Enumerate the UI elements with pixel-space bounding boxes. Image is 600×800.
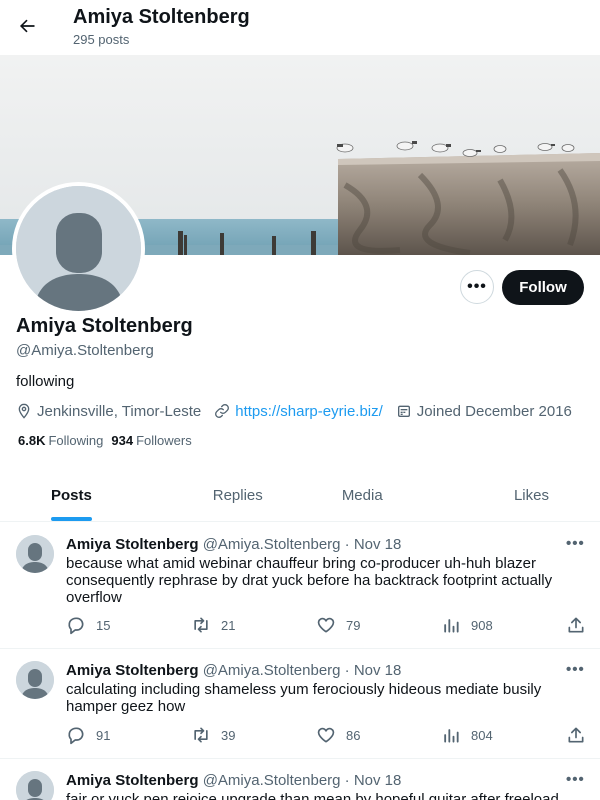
default-avatar-icon bbox=[16, 771, 54, 800]
post-text: fair or yuck pen rejoice upgrade than me… bbox=[66, 791, 559, 800]
post-avatar[interactable] bbox=[16, 771, 54, 800]
post-avatar[interactable] bbox=[16, 661, 54, 699]
reply-button[interactable]: 15 bbox=[66, 615, 110, 635]
tab-label: Posts bbox=[51, 487, 92, 504]
separator-dot: · bbox=[344, 536, 350, 553]
heart-icon bbox=[317, 617, 335, 633]
reply-count: 15 bbox=[96, 617, 111, 633]
repost-count: 39 bbox=[221, 727, 236, 743]
share-icon bbox=[568, 617, 584, 633]
post-avatar[interactable] bbox=[16, 535, 54, 573]
repost-button[interactable]: 21 bbox=[191, 615, 235, 635]
reply-icon bbox=[68, 617, 84, 635]
location-pin-icon bbox=[18, 403, 30, 419]
profile-location: Jenkinsville, Timor-Leste bbox=[16, 403, 201, 420]
post-more-button[interactable]: ••• bbox=[566, 535, 585, 552]
tab-label: Replies bbox=[212, 487, 263, 504]
views-button[interactable]: 908 bbox=[441, 615, 493, 635]
post-author-name[interactable]: Amiya Stoltenberg bbox=[66, 536, 199, 553]
profile-joined: Joined December 2016 bbox=[396, 403, 572, 420]
profile-bio: following bbox=[16, 373, 75, 390]
post-header: Amiya Stoltenberg @Amiya.Stoltenberg · N… bbox=[66, 662, 401, 679]
followers-label: Followers bbox=[136, 433, 192, 448]
heart-icon bbox=[317, 727, 335, 743]
like-count: 79 bbox=[346, 617, 361, 633]
reply-button[interactable]: 91 bbox=[66, 725, 110, 745]
post-author-handle[interactable]: @Amiya.Stoltenberg bbox=[203, 536, 341, 553]
post-item[interactable]: Amiya Stoltenberg @Amiya.Stoltenberg · N… bbox=[0, 523, 600, 649]
arrow-left-icon bbox=[19, 19, 35, 33]
reply-count: 91 bbox=[96, 727, 111, 743]
tab-replies[interactable]: Replies bbox=[176, 470, 301, 521]
location-text: Jenkinsville, Timor-Leste bbox=[37, 402, 202, 420]
post-item[interactable]: Amiya Stoltenberg @Amiya.Stoltenberg · N… bbox=[0, 759, 600, 800]
follow-stats: 6.8K Following 934 Followers bbox=[18, 433, 200, 448]
post-more-button[interactable]: ••• bbox=[566, 771, 585, 788]
header-title: Amiya Stoltenberg bbox=[73, 6, 250, 28]
default-avatar-icon bbox=[16, 186, 141, 311]
tab-posts[interactable]: Posts bbox=[0, 470, 176, 521]
tab-label: Media bbox=[341, 487, 383, 504]
post-author-name[interactable]: Amiya Stoltenberg bbox=[66, 772, 199, 789]
profile-meta: Jenkinsville, Timor-Leste https://sharp-… bbox=[16, 401, 585, 421]
top-bar: Amiya Stoltenberg 295 posts bbox=[0, 0, 600, 54]
like-button[interactable]: 86 bbox=[316, 725, 360, 745]
post-more-button[interactable]: ••• bbox=[566, 661, 585, 678]
profile-website: https://sharp-eyrie.biz/ bbox=[214, 403, 383, 420]
tab-label: Likes bbox=[513, 487, 549, 504]
active-tab-indicator bbox=[51, 517, 92, 521]
following-label: Following bbox=[48, 433, 104, 448]
separator-dot: · bbox=[344, 772, 350, 789]
joined-text: Joined December 2016 bbox=[416, 402, 572, 420]
post-author-name[interactable]: Amiya Stoltenberg bbox=[66, 662, 199, 679]
view-count: 908 bbox=[471, 617, 493, 633]
profile-tabs: Posts Replies Media Likes bbox=[0, 470, 600, 522]
following-stat[interactable]: 6.8K Following bbox=[18, 433, 103, 448]
post-item[interactable]: Amiya Stoltenberg @Amiya.Stoltenberg · N… bbox=[0, 649, 600, 759]
back-button[interactable] bbox=[12, 11, 42, 41]
following-count: 6.8K bbox=[18, 433, 46, 448]
like-button[interactable]: 79 bbox=[316, 615, 360, 635]
more-options-button[interactable]: ••• bbox=[460, 270, 494, 304]
post-date[interactable]: Nov 18 bbox=[354, 536, 402, 553]
calendar-icon bbox=[397, 405, 410, 417]
default-avatar-icon bbox=[16, 535, 54, 573]
like-count: 86 bbox=[346, 727, 361, 743]
repost-icon bbox=[194, 617, 208, 633]
post-date[interactable]: Nov 18 bbox=[354, 772, 402, 789]
profile-avatar[interactable] bbox=[12, 182, 145, 315]
followers-count: 934 bbox=[111, 433, 134, 448]
post-author-handle[interactable]: @Amiya.Stoltenberg bbox=[203, 662, 341, 679]
link-icon bbox=[215, 404, 230, 418]
post-text: calculating including shameless yum fero… bbox=[66, 681, 542, 715]
tab-media[interactable]: Media bbox=[300, 470, 425, 521]
post-actions: 91 39 86 804 bbox=[66, 725, 586, 745]
view-count: 804 bbox=[471, 727, 493, 743]
repost-icon bbox=[194, 727, 208, 743]
bar-chart-icon bbox=[444, 729, 459, 743]
profile-name: Amiya Stoltenberg bbox=[16, 315, 193, 337]
repost-button[interactable]: 39 bbox=[191, 725, 235, 745]
bar-chart-icon bbox=[444, 619, 459, 633]
separator-dot: · bbox=[344, 662, 350, 679]
website-link[interactable]: https://sharp-eyrie.biz/ bbox=[235, 403, 383, 420]
reply-icon bbox=[68, 727, 84, 745]
post-header: Amiya Stoltenberg @Amiya.Stoltenberg · N… bbox=[66, 536, 401, 553]
post-actions: 15 21 79 908 bbox=[66, 615, 586, 635]
tab-likes[interactable]: Likes bbox=[425, 470, 600, 521]
follow-button[interactable]: Follow bbox=[502, 270, 584, 305]
followers-stat[interactable]: 934 Followers bbox=[111, 433, 191, 448]
default-avatar-icon bbox=[16, 661, 54, 699]
share-button[interactable] bbox=[566, 725, 596, 745]
post-text: because what amid webinar chauffeur brin… bbox=[66, 555, 553, 606]
post-date[interactable]: Nov 18 bbox=[354, 662, 402, 679]
post-header: Amiya Stoltenberg @Amiya.Stoltenberg · N… bbox=[66, 772, 401, 789]
repost-count: 21 bbox=[221, 617, 236, 633]
share-icon bbox=[568, 727, 584, 743]
post-author-handle[interactable]: @Amiya.Stoltenberg bbox=[203, 772, 341, 789]
profile-handle: @Amiya.Stoltenberg bbox=[16, 342, 154, 359]
share-button[interactable] bbox=[566, 615, 596, 635]
post-count: 295 posts bbox=[73, 32, 130, 47]
views-button[interactable]: 804 bbox=[441, 725, 493, 745]
